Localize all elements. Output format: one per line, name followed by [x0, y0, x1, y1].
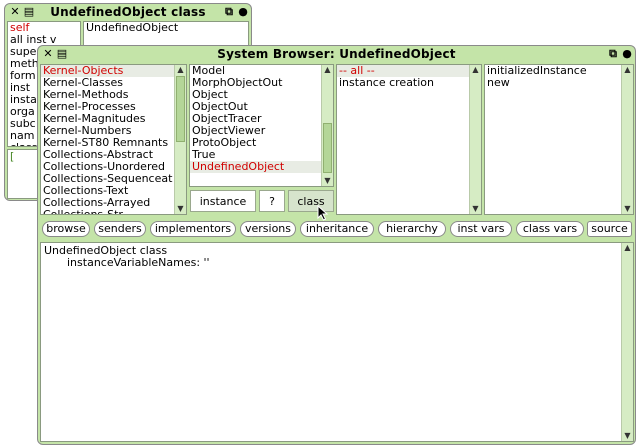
expand-icon[interactable]: ● [237, 6, 249, 18]
scroll-down-icon[interactable]: ▼ [622, 431, 633, 441]
method-item[interactable]: new [485, 77, 633, 89]
class-list[interactable]: Model MorphObjectOut Object ObjectOut Object… [189, 64, 334, 187]
help-switch-button[interactable]: ? [259, 190, 285, 212]
browse-button[interactable]: browse [42, 221, 90, 237]
inspector-titlebar[interactable]: ✕ ▤ UndefinedObject class ⧉ ● [5, 4, 251, 20]
protocol-scrollbar[interactable]: ▲ ▼ [469, 65, 481, 214]
category-scroll-thumb[interactable] [176, 76, 185, 142]
mouse-pointer-icon [317, 205, 329, 221]
inspector-title: UndefinedObject class [50, 5, 206, 19]
code-line-2: instanceVariableNames: '' [67, 256, 210, 269]
code-pane[interactable]: UndefinedObject class instanceVariableNa… [40, 242, 634, 442]
senders-button[interactable]: senders [94, 221, 146, 237]
code-scrollbar[interactable]: ▲ ▼ [621, 243, 633, 441]
collapse-icon[interactable]: ⧉ [607, 48, 619, 60]
hierarchy-button[interactable]: hierarchy [378, 221, 446, 237]
inspector-eval-text: [ [10, 150, 15, 163]
source-button[interactable]: source [587, 221, 632, 237]
scroll-up-icon[interactable]: ▲ [622, 243, 633, 253]
browser-title: System Browser: UndefinedObject [217, 47, 456, 61]
help-switch-label: ? [269, 195, 275, 208]
expand-icon[interactable]: ● [621, 48, 633, 60]
category-list[interactable]: Kernel-Objects Kernel-Classes Kernel-Metho… [40, 64, 187, 215]
scroll-up-icon[interactable]: ▲ [175, 65, 186, 75]
inst-vars-button[interactable]: inst vars [450, 221, 512, 237]
inheritance-button[interactable]: inheritance [300, 221, 374, 237]
collapse-icon[interactable]: ⧉ [223, 6, 235, 18]
browser-titlebar[interactable]: ✕ ▤ System Browser: UndefinedObject ⧉ ● [38, 46, 635, 62]
class-vars-button[interactable]: class vars [516, 221, 584, 237]
instance-switch-label: instance [199, 195, 247, 208]
scroll-down-icon[interactable]: ▼ [470, 204, 481, 214]
method-scrollbar[interactable]: ▲ ▼ [621, 65, 633, 214]
scroll-down-icon[interactable]: ▼ [175, 204, 186, 214]
method-list[interactable]: initializedInstance new ▲ ▼ [484, 64, 634, 215]
class-scrollbar[interactable]: ▲ ▼ [321, 65, 333, 186]
scroll-down-icon[interactable]: ▼ [322, 176, 333, 186]
scroll-down-icon[interactable]: ▼ [622, 204, 633, 214]
scroll-up-icon[interactable]: ▲ [322, 65, 333, 75]
system-browser-window: ✕ ▤ System Browser: UndefinedObject ⧉ ● … [37, 45, 636, 445]
scroll-up-icon[interactable]: ▲ [470, 65, 481, 75]
protocol-item[interactable]: instance creation [337, 77, 481, 89]
button-bar: browse senders implementors versions inh… [40, 221, 634, 239]
protocol-list[interactable]: -- all -- instance creation ▲ ▼ [336, 64, 482, 215]
versions-button[interactable]: versions [240, 221, 296, 237]
category-scrollbar[interactable]: ▲ ▼ [174, 65, 186, 214]
class-item[interactable]: UndefinedObject [190, 161, 333, 173]
inspector-value-text: UndefinedObject [86, 21, 179, 34]
category-item[interactable]: Collections-Str [41, 209, 186, 215]
class-scroll-thumb[interactable] [323, 123, 332, 173]
implementors-button[interactable]: implementors [150, 221, 236, 237]
instance-switch-button[interactable]: instance [190, 190, 256, 212]
scroll-up-icon[interactable]: ▲ [622, 65, 633, 75]
